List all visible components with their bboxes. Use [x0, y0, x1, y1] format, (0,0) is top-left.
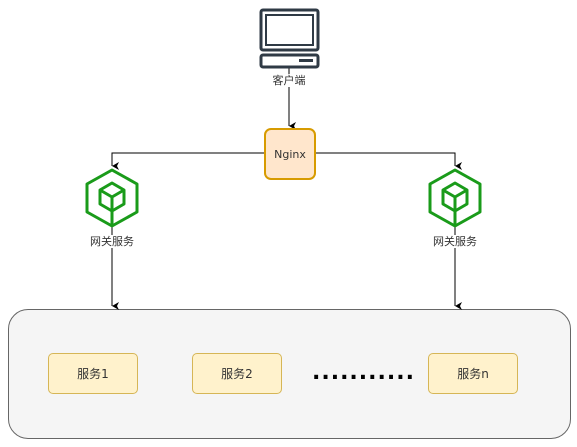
service-label: 服务n [457, 367, 489, 381]
ellipsis: ........... [312, 360, 415, 385]
service-label: 服务1 [77, 367, 109, 381]
gateway-icon-left [85, 168, 139, 228]
nginx-label: Nginx [274, 147, 306, 161]
edge-nginx-gateway-right [314, 152, 462, 170]
edge-nginx-gateway-left [111, 152, 264, 170]
nginx-node[interactable]: Nginx [264, 128, 316, 180]
computer-icon [259, 8, 320, 69]
gateway-label-right: 网关服务 [431, 235, 479, 248]
service-node-2[interactable]: 服务2 [192, 353, 282, 394]
gateway-icon-right [428, 168, 482, 228]
service-node-n[interactable]: 服务n [428, 353, 518, 394]
client-label: 客户端 [268, 74, 310, 87]
gateway-label-left: 网关服务 [88, 235, 136, 248]
service-node-1[interactable]: 服务1 [48, 353, 138, 394]
service-label: 服务2 [221, 367, 253, 381]
